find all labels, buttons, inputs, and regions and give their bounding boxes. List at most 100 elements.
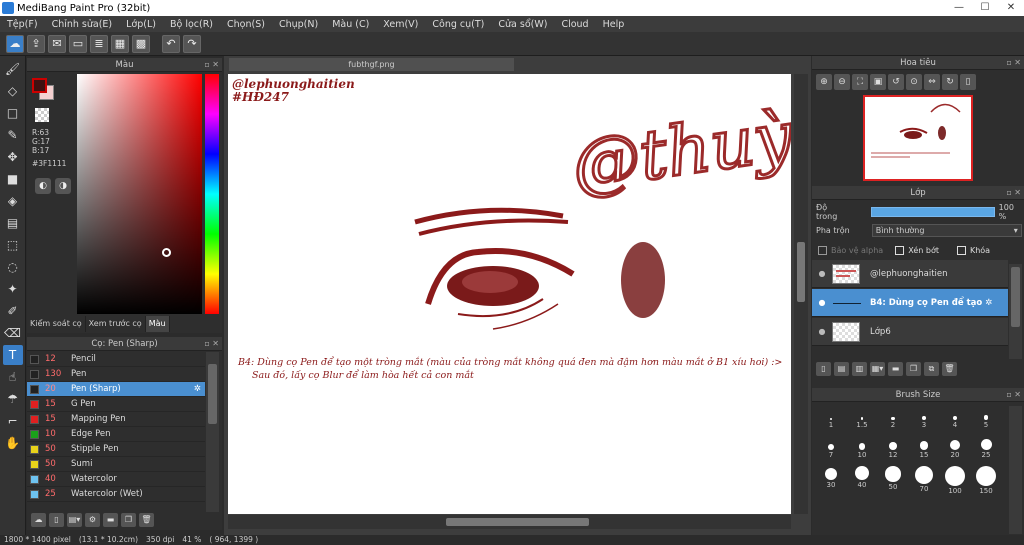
- cloud-icon[interactable]: ☁: [6, 34, 24, 53]
- close-button[interactable]: ✕: [998, 0, 1024, 16]
- tab-color[interactable]: Màu: [145, 316, 170, 332]
- menu-color[interactable]: Màu (C): [325, 19, 376, 30]
- lasso-tool-icon[interactable]: ◌: [3, 257, 23, 277]
- brush-list-scrollbar[interactable]: [206, 352, 219, 512]
- visibility-icon[interactable]: ●: [812, 298, 832, 307]
- hue-slider[interactable]: [205, 74, 219, 314]
- brush-item[interactable]: 50 Stipple Pen: [27, 442, 205, 457]
- brush-size-option[interactable]: 50: [878, 466, 908, 494]
- panel-controls-icon[interactable]: ▫ ✕: [1006, 56, 1021, 70]
- brush-size-option[interactable]: 4: [940, 406, 970, 434]
- layer-row[interactable]: ● Lớp6: [812, 318, 1008, 346]
- actual-size-icon[interactable]: ▣: [870, 74, 886, 90]
- operation-tool-icon[interactable]: ☝: [3, 367, 23, 387]
- brush-size-option[interactable]: 10: [847, 436, 877, 464]
- brush-item[interactable]: 25 Watercolor (Wet): [27, 487, 205, 502]
- canvas-vertical-scrollbar[interactable]: [794, 74, 808, 514]
- brush-item[interactable]: 40 Watercolor: [27, 472, 205, 487]
- menu-filter[interactable]: Bộ lọc(R): [163, 19, 220, 30]
- panel-controls-icon[interactable]: ▫ ✕: [204, 58, 219, 72]
- visibility-icon[interactable]: ●: [812, 327, 832, 336]
- minimize-button[interactable]: —: [946, 0, 972, 16]
- foreground-color-swatch[interactable]: [32, 78, 47, 93]
- fill-shape-tool-icon[interactable]: ■: [3, 169, 23, 189]
- brush-size-option[interactable]: 40: [847, 466, 877, 494]
- new-brush-icon[interactable]: ▯: [49, 513, 64, 527]
- color-picker-cursor[interactable]: [162, 248, 171, 257]
- canvas-horizontal-scrollbar[interactable]: [228, 515, 791, 529]
- tab-brush-preview[interactable]: Xem trước cọ: [86, 316, 146, 332]
- brush-size-option[interactable]: 1.5: [847, 406, 877, 434]
- chat-icon[interactable]: ▭: [69, 34, 87, 53]
- menu-layer[interactable]: Lớp(L): [119, 19, 163, 30]
- new-layer-icon[interactable]: ▯: [816, 362, 831, 376]
- menu-select[interactable]: Chọn(S): [220, 19, 272, 30]
- saturation-value-picker[interactable]: [77, 74, 202, 314]
- document-tab[interactable]: fubthgf.png: [229, 58, 514, 71]
- brush-menu-icon[interactable]: ▤▾: [67, 513, 82, 527]
- lock-checkbox[interactable]: [956, 245, 966, 255]
- transparent-color-swatch[interactable]: [35, 108, 49, 122]
- fit-icon[interactable]: ⛶: [852, 74, 868, 90]
- brush-settings-icon[interactable]: ⚙: [85, 513, 100, 527]
- menu-window[interactable]: Cửa sổ(W): [491, 19, 554, 30]
- menu-cloud[interactable]: Cloud: [554, 19, 595, 30]
- undo-icon[interactable]: ↶: [162, 34, 180, 53]
- select-rect-tool-icon[interactable]: ⬚: [3, 235, 23, 255]
- brush-size-option[interactable]: 5: [971, 406, 1001, 434]
- canvas[interactable]: @lephuonghaitien #HĐ247 @thuỳ B4: Dùng c…: [228, 74, 791, 514]
- new-halftone-layer-icon[interactable]: ▤: [834, 362, 849, 376]
- duplicate-layer-icon[interactable]: ❐: [906, 362, 921, 376]
- grid-icon[interactable]: ▩: [132, 34, 150, 53]
- folder-icon[interactable]: ▬: [888, 362, 903, 376]
- blur-tool-icon[interactable]: ☂: [3, 389, 23, 409]
- layer-menu-icon[interactable]: ▦▾: [870, 362, 885, 376]
- brush-size-option[interactable]: 20: [940, 436, 970, 464]
- brush-item[interactable]: 12 Pencil: [27, 352, 205, 367]
- pen-tool-icon[interactable]: ✎: [3, 125, 23, 145]
- zoom-out-icon[interactable]: ⊖: [834, 74, 850, 90]
- gradient-tool-icon[interactable]: ▤: [3, 213, 23, 233]
- clipping-checkbox[interactable]: [895, 245, 905, 255]
- menu-tools[interactable]: Công cụ(T): [425, 19, 491, 30]
- rectangle-tool-icon[interactable]: □: [3, 103, 23, 123]
- layer-row[interactable]: ● @lephuonghaitien: [812, 260, 1008, 288]
- comment-icon[interactable]: ✉: [48, 34, 66, 53]
- brush-item[interactable]: 10 Edge Pen: [27, 427, 205, 442]
- blend-mode-select[interactable]: Bình thường ▾: [871, 223, 1022, 237]
- redo-icon[interactable]: ↷: [183, 34, 201, 53]
- brush-item[interactable]: 15 G Pen: [27, 397, 205, 412]
- navigator-thumbnail[interactable]: [863, 95, 973, 181]
- tab-brush-control[interactable]: Kiểm soát cọ: [27, 316, 86, 332]
- menu-help[interactable]: Help: [596, 19, 632, 30]
- hand-tool-icon[interactable]: ✋: [3, 433, 23, 453]
- brush-size-option[interactable]: 30: [816, 466, 846, 494]
- palette-icon[interactable]: ◐: [35, 178, 51, 194]
- zoom-in-icon[interactable]: ⊕: [816, 74, 832, 90]
- layer-row-selected[interactable]: ● B4: Dùng cọ Pen để tạo ✲: [812, 289, 1008, 317]
- cloud-brush-icon[interactable]: ☁: [31, 513, 46, 527]
- brush-size-option[interactable]: 1: [816, 406, 846, 434]
- delete-layer-icon[interactable]: 🗑: [942, 362, 957, 376]
- rotate-right-icon[interactable]: ↻: [942, 74, 958, 90]
- protect-alpha-checkbox[interactable]: [818, 245, 827, 255]
- view-options-icon[interactable]: ▯: [960, 74, 976, 90]
- brush-item[interactable]: 50 Sumi: [27, 457, 205, 472]
- brush-size-option[interactable]: 12: [878, 436, 908, 464]
- brush-size-scrollbar[interactable]: [1009, 406, 1022, 534]
- maximize-button[interactable]: ☐: [972, 0, 998, 16]
- brush-size-option[interactable]: 15: [909, 436, 939, 464]
- panel-controls-icon[interactable]: ▫ ✕: [1006, 388, 1021, 402]
- layers-scrollbar[interactable]: [1009, 264, 1022, 359]
- menu-capture[interactable]: Chụp(N): [272, 19, 325, 30]
- menu-file[interactable]: Tệp(F): [0, 19, 45, 30]
- eraser-tool-icon[interactable]: ◇: [3, 81, 23, 101]
- eyedropper-tool-icon[interactable]: ⌐: [3, 411, 23, 431]
- rotate-left-icon[interactable]: ↺: [888, 74, 904, 90]
- menu-view[interactable]: Xem(V): [376, 19, 425, 30]
- brush-item[interactable]: 15 Mapping Pen: [27, 412, 205, 427]
- bucket-tool-icon[interactable]: ◈: [3, 191, 23, 211]
- text-tool-icon[interactable]: T: [2, 345, 23, 365]
- rotate-reset-icon[interactable]: ⊙: [906, 74, 922, 90]
- visibility-icon[interactable]: ●: [812, 269, 832, 278]
